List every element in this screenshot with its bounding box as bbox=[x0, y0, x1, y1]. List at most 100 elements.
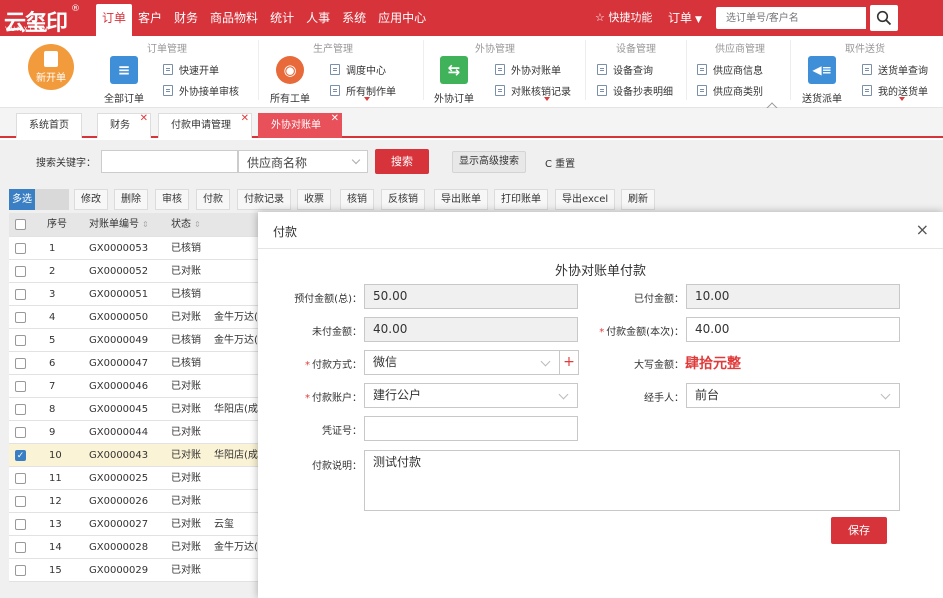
supplier-select-placeholder: 供应商名称 bbox=[247, 156, 308, 170]
row-checkbox[interactable] bbox=[15, 542, 26, 553]
export-bill-button[interactable]: 导出账单 bbox=[434, 189, 488, 210]
row-checkbox[interactable] bbox=[15, 289, 26, 300]
close-icon[interactable]: ✕ bbox=[241, 107, 249, 130]
divider bbox=[585, 40, 586, 100]
write-off-button[interactable]: 核销 bbox=[340, 189, 374, 210]
new-order-label: 新开单 bbox=[36, 72, 66, 84]
row-checkbox[interactable] bbox=[15, 496, 26, 507]
nav-item-stats[interactable]: 统计 bbox=[264, 0, 300, 36]
supplier-info-button[interactable]: 供应商信息 bbox=[697, 62, 763, 77]
handler-label: 经手人： bbox=[644, 393, 684, 404]
delivery-query-button[interactable]: 送货单查询 bbox=[862, 62, 928, 77]
tab-finance[interactable]: 财务 ✕ bbox=[97, 113, 151, 138]
all-making-button[interactable]: 所有制作单 bbox=[330, 83, 396, 98]
row-status: 已对账 bbox=[171, 450, 201, 461]
nav-item-customer[interactable]: 客户 bbox=[132, 0, 168, 36]
row-checkbox[interactable] bbox=[15, 335, 26, 346]
receive-invoice-button[interactable]: 收票 bbox=[297, 189, 331, 210]
reset-button[interactable]: C 重置 bbox=[545, 155, 575, 170]
tab-home[interactable]: 系统首页 bbox=[16, 113, 82, 138]
dropdown-arrow-icon[interactable] bbox=[364, 97, 370, 101]
handler-select[interactable]: 前台 bbox=[686, 383, 900, 408]
out-bill-button[interactable]: 外协对账单 bbox=[495, 62, 561, 77]
nav-item-app-center[interactable]: 应用中心 bbox=[372, 0, 432, 36]
global-search-input[interactable] bbox=[716, 7, 866, 29]
tab-label: 付款申请管理 bbox=[171, 120, 231, 131]
my-delivery-button[interactable]: 我的送货单 bbox=[862, 83, 928, 98]
reconcile-record-button[interactable]: 对账核销记录 bbox=[495, 83, 571, 98]
dropdown-arrow-icon[interactable] bbox=[544, 97, 550, 101]
keyword-input[interactable] bbox=[101, 150, 238, 173]
delivery-dispatch-button[interactable]: ◀≡ 送货派单 bbox=[798, 56, 846, 105]
row-checkbox[interactable] bbox=[15, 473, 26, 484]
out-order-button[interactable]: ⇆ 外协订单 bbox=[430, 56, 478, 105]
pay-account-select[interactable]: 建行公户 bbox=[364, 383, 578, 408]
order-type-select[interactable]: 订单 ▼ bbox=[668, 9, 702, 26]
row-checkbox[interactable] bbox=[15, 358, 26, 369]
header-status[interactable]: 状态 ⇕ bbox=[171, 213, 201, 237]
function-ribbon: 订单管理 新开单 ≡ 全部订单 快速开单 外协接单审核 生产管理 ◉ 所有工单 … bbox=[0, 36, 943, 114]
advanced-search-button[interactable]: 显示高级搜索 bbox=[452, 151, 526, 173]
row-checkbox[interactable] bbox=[15, 427, 26, 438]
row-checkbox[interactable] bbox=[15, 519, 26, 530]
row-checkbox[interactable]: ✓ bbox=[15, 450, 26, 461]
row-checkbox[interactable] bbox=[15, 312, 26, 323]
dispatch-center-button[interactable]: 调度中心 bbox=[330, 62, 386, 77]
nav-item-hr[interactable]: 人事 bbox=[300, 0, 336, 36]
row-checkbox[interactable] bbox=[15, 266, 26, 277]
review-button[interactable]: 审核 bbox=[155, 189, 189, 210]
edit-button[interactable]: 修改 bbox=[74, 189, 108, 210]
supplier-type-button[interactable]: 供应商类别 bbox=[697, 83, 763, 98]
supplier-select[interactable]: 供应商名称 bbox=[238, 150, 368, 173]
refresh-button[interactable]: 刷新 bbox=[621, 189, 655, 210]
multi-select-toggle[interactable]: 多选 bbox=[9, 189, 69, 210]
row-supplier: 云玺 bbox=[214, 519, 234, 530]
divider bbox=[790, 40, 791, 100]
reconcile-record-label: 对账核销记录 bbox=[511, 87, 571, 98]
dispatch-center-label: 调度中心 bbox=[346, 66, 386, 77]
header-bill-no[interactable]: 对账单编号 ⇕ bbox=[89, 213, 149, 237]
row-status: 已核销 bbox=[171, 335, 201, 346]
save-button[interactable]: 保存 bbox=[831, 517, 887, 544]
quick-order-button[interactable]: 快速开单 bbox=[163, 62, 219, 77]
outsource-review-button[interactable]: 外协接单审核 bbox=[163, 83, 239, 98]
nav-item-goods[interactable]: 商品物料 bbox=[204, 0, 264, 36]
export-excel-button[interactable]: 导出excel bbox=[555, 189, 616, 210]
pay-method-select[interactable]: 微信 bbox=[364, 350, 560, 375]
device-query-button[interactable]: 设备查询 bbox=[597, 62, 653, 77]
row-checkbox[interactable] bbox=[15, 243, 26, 254]
tab-payment-apply[interactable]: 付款申请管理 ✕ bbox=[158, 113, 252, 138]
search-submit-button[interactable]: 搜索 bbox=[375, 149, 429, 174]
search-button[interactable] bbox=[870, 5, 898, 31]
close-icon[interactable]: ✕ bbox=[331, 107, 339, 130]
row-checkbox[interactable] bbox=[15, 381, 26, 392]
nav-item-system[interactable]: 系统 bbox=[336, 0, 372, 36]
close-icon[interactable]: ✕ bbox=[140, 107, 148, 130]
tab-outsource-bill[interactable]: 外协对账单 ✕ bbox=[258, 113, 342, 138]
select-all-checkbox[interactable] bbox=[15, 219, 26, 230]
pay-amount-input[interactable]: 40.00 bbox=[686, 317, 900, 342]
all-orders-button[interactable]: ≡ 全部订单 bbox=[100, 56, 148, 105]
new-order-button[interactable]: 新开单 bbox=[28, 44, 74, 90]
remark-textarea[interactable]: 测试付款 bbox=[364, 450, 900, 511]
row-checkbox[interactable] bbox=[15, 565, 26, 576]
reverse-write-off-button[interactable]: 反核销 bbox=[381, 189, 425, 210]
device-meter-button[interactable]: 设备抄表明细 bbox=[597, 83, 673, 98]
close-icon[interactable]: × bbox=[916, 220, 929, 239]
nav-item-order[interactable]: 订单 bbox=[96, 4, 133, 36]
truck-icon: ◀≡ bbox=[808, 56, 836, 84]
app-logo[interactable]: 云玺印 ® YUNXIYIN bbox=[4, 4, 86, 36]
quick-functions-link[interactable]: ☆ 快捷功能 bbox=[595, 0, 652, 36]
add-pay-method-button[interactable]: + bbox=[559, 350, 579, 375]
row-status: 已对账 bbox=[171, 565, 201, 576]
nav-item-finance[interactable]: 财务 bbox=[168, 0, 204, 36]
pay-record-button[interactable]: 付款记录 bbox=[237, 189, 291, 210]
print-bill-button[interactable]: 打印账单 bbox=[494, 189, 548, 210]
all-workorders-button[interactable]: ◉ 所有工单 bbox=[266, 56, 314, 105]
delete-button[interactable]: 删除 bbox=[114, 189, 148, 210]
voucher-input[interactable] bbox=[364, 416, 578, 441]
dropdown-arrow-icon[interactable] bbox=[899, 97, 905, 101]
row-checkbox[interactable] bbox=[15, 404, 26, 415]
row-status: 已核销 bbox=[171, 358, 201, 369]
pay-button[interactable]: 付款 bbox=[196, 189, 230, 210]
